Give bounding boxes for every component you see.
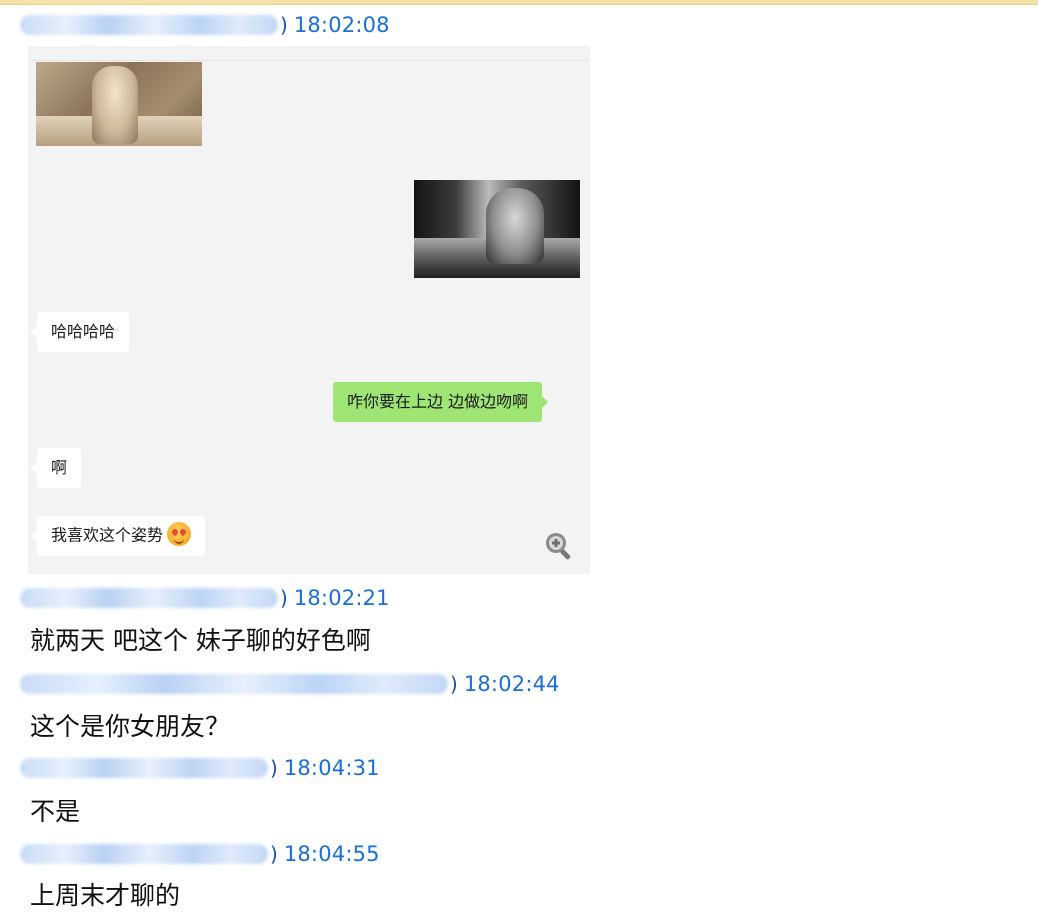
sender-name-redacted[interactable] xyxy=(20,674,448,694)
message-timestamp: 18:02:21 xyxy=(293,586,390,610)
sender-paren: ) xyxy=(280,586,288,610)
chat-bubble-incoming: 啊 xyxy=(30,448,82,488)
message-text: 就两天 吧这个 妹子聊的好色啊 xyxy=(30,626,371,655)
message-header: ) 18:02:21 xyxy=(20,584,390,612)
shared-photo-sepia[interactable] xyxy=(36,62,202,146)
heart-eyes-emoji-icon xyxy=(167,522,192,546)
message-text: 这个是你女朋友？ xyxy=(30,712,231,741)
photo-figure-shape xyxy=(486,188,544,264)
sender-paren: ) xyxy=(280,13,288,37)
message-text: 不是 xyxy=(30,797,81,826)
zoom-in-icon[interactable] xyxy=(543,530,575,562)
message-text: 上周末才聊的 xyxy=(30,881,181,910)
chat-bubble-outgoing: 咋你要在上边 边做边吻啊 xyxy=(333,382,549,422)
chat-bubble-incoming: 我喜欢这个姿势 xyxy=(30,516,206,556)
sender-name-redacted[interactable] xyxy=(20,844,268,864)
sender-paren: ) xyxy=(270,756,278,780)
sender-name-redacted[interactable] xyxy=(20,15,278,35)
sender-paren: ) xyxy=(270,842,278,866)
message-header: ) 18:02:08 xyxy=(20,11,390,39)
message-timestamp: 18:04:55 xyxy=(283,842,380,866)
message-header: ) 18:04:55 xyxy=(20,840,380,868)
chat-log: ) 18:02:08 哈哈哈哈 咋你要在上边 边做边吻啊 啊 我喜欢这个姿势)… xyxy=(0,0,1038,914)
shared-chat-screenshot[interactable]: 哈哈哈哈 咋你要在上边 边做边吻啊 啊 我喜欢这个姿势 xyxy=(28,46,590,574)
screenshot-divider xyxy=(28,60,590,61)
message-header: ) 18:02:44 xyxy=(20,670,560,698)
sender-name-redacted[interactable] xyxy=(20,588,278,608)
chat-bubble-text: 我喜欢这个姿势 xyxy=(51,525,164,545)
sender-name-redacted[interactable] xyxy=(20,758,268,778)
message-timestamp: 18:02:08 xyxy=(293,13,390,37)
shared-photo-grayscale[interactable] xyxy=(414,180,580,278)
message-timestamp: 18:02:44 xyxy=(463,672,560,696)
message-timestamp: 18:04:31 xyxy=(283,756,380,780)
message-header: ) 18:04:31 xyxy=(20,754,380,782)
window-top-divider xyxy=(0,4,1038,5)
photo-figure-shape xyxy=(92,66,138,144)
sender-paren: ) xyxy=(450,672,458,696)
chat-bubble-incoming: 哈哈哈哈 xyxy=(30,312,130,352)
